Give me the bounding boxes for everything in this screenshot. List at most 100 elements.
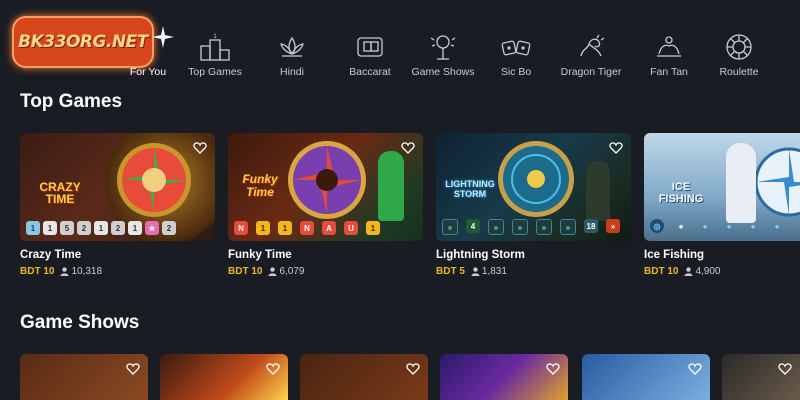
result-pill: 1 xyxy=(256,221,270,235)
game-show-card[interactable] xyxy=(722,354,800,400)
wheel-illustration xyxy=(754,147,800,217)
result-pill: 2 xyxy=(111,221,125,235)
game-shows-heading: Game Shows xyxy=(20,312,140,333)
favorite-heart-icon[interactable] xyxy=(688,362,702,376)
nav-label: Hindi xyxy=(280,66,304,78)
top-navigation: BK33ORG.NET For You 1 Top Games Hindi Ba… xyxy=(0,0,800,84)
game-name[interactable]: Crazy Time xyxy=(20,249,81,261)
game-meta: BDT 10 4,900 xyxy=(644,266,720,277)
result-pill: 4 xyxy=(466,219,480,233)
game-show-card[interactable] xyxy=(20,354,148,400)
player-count: 6,079 xyxy=(268,266,304,277)
game-meta: BDT 5 1,831 xyxy=(436,266,507,277)
result-pill: 1 xyxy=(278,221,292,235)
game-meta: BDT 10 10,318 xyxy=(20,266,102,277)
result-pill: N xyxy=(234,221,248,235)
result-pill: 5 xyxy=(60,221,74,235)
player-count: 4,900 xyxy=(684,266,720,277)
nav-item-game-shows[interactable]: Game Shows xyxy=(408,26,478,78)
user-icon xyxy=(471,267,480,276)
game-show-card[interactable] xyxy=(582,354,710,400)
result-pill: 2 xyxy=(77,221,91,235)
result-pill: 1 xyxy=(94,221,108,235)
favorite-heart-icon[interactable] xyxy=(193,141,207,155)
min-bet: BDT 10 xyxy=(644,266,679,277)
player-count: 1,831 xyxy=(471,266,507,277)
top-games-heading: Top Games xyxy=(20,91,123,112)
player-count-value: 10,318 xyxy=(71,266,103,277)
nav-item-hindi[interactable]: Hindi xyxy=(256,26,328,78)
min-bet: BDT 5 xyxy=(436,266,465,277)
lotus-icon xyxy=(280,36,304,57)
user-icon xyxy=(268,267,277,276)
player-count-value: 4,900 xyxy=(695,266,721,277)
nav-item-for-you[interactable]: For You xyxy=(124,26,172,78)
game-show-card[interactable] xyxy=(160,354,288,400)
player-count-value: 6,079 xyxy=(279,266,305,277)
result-pill: » xyxy=(512,219,528,235)
card-art-title: LIGHTNING STORM xyxy=(445,179,495,199)
nav-item-roulette[interactable]: Roulette xyxy=(706,26,772,78)
nav-label: Roulette xyxy=(719,66,759,78)
game-card-lightning-storm[interactable]: LIGHTNING STORM » 4 » » » » 18 » xyxy=(436,133,631,241)
nav-item-top-games[interactable]: 1 Top Games xyxy=(178,26,252,78)
recent-results: ◎ ● ● ● ● ● xyxy=(650,219,784,233)
nav-item-baccarat[interactable]: Baccarat xyxy=(332,26,408,78)
result-pill: » xyxy=(560,219,576,235)
result-pill: » xyxy=(606,219,620,233)
result-pill: 1 xyxy=(366,221,380,235)
wheel-illustration xyxy=(117,143,191,217)
favorite-heart-icon[interactable] xyxy=(406,362,420,376)
game-show-card[interactable] xyxy=(300,354,428,400)
favorite-heart-icon[interactable] xyxy=(778,362,792,376)
result-pill: » xyxy=(442,219,458,235)
game-name[interactable]: Lightning Storm xyxy=(436,249,525,261)
favorite-heart-icon[interactable] xyxy=(546,362,560,376)
result-pill: N xyxy=(300,221,314,235)
favorite-heart-icon[interactable] xyxy=(126,362,140,376)
result-pill: ● xyxy=(750,221,756,231)
game-card-ice-fishing[interactable]: ICE FISHING ◎ ● ● ● ● ● xyxy=(644,133,800,241)
nav-label: Top Games xyxy=(188,66,242,78)
nav-item-sic-bo[interactable]: Sic Bo xyxy=(482,26,550,78)
nav-item-dragon-tiger[interactable]: Dragon Tiger xyxy=(550,26,632,78)
game-meta: BDT 10 6,079 xyxy=(228,266,304,277)
nav-label: Baccarat xyxy=(349,66,391,78)
wheel-illustration xyxy=(288,141,366,219)
roulette-icon xyxy=(726,34,752,60)
dragon-icon xyxy=(580,34,605,57)
recent-results: 1 1 5 2 1 2 1 ★ 2 xyxy=(26,221,176,235)
game-card-crazy-time[interactable]: CRAZY TIME 1 1 5 2 1 2 1 ★ 2 xyxy=(20,133,215,241)
result-pill: ★ xyxy=(145,221,159,235)
result-pill: » xyxy=(488,219,504,235)
dice-icon xyxy=(501,40,531,56)
nav-label: Sic Bo xyxy=(500,66,532,78)
result-pill: A xyxy=(322,221,336,235)
result-pill: 1 xyxy=(128,221,142,235)
result-pill: U xyxy=(344,221,358,235)
player-count: 10,318 xyxy=(60,266,102,277)
svg-text:1: 1 xyxy=(213,34,217,40)
nav-label: Dragon Tiger xyxy=(560,66,622,78)
result-pill: 1 xyxy=(43,221,57,235)
min-bet: BDT 10 xyxy=(20,266,55,277)
game-show-card[interactable] xyxy=(440,354,568,400)
game-name[interactable]: Ice Fishing xyxy=(644,249,704,261)
result-pill: ● xyxy=(678,221,684,231)
favorite-heart-icon[interactable] xyxy=(401,141,415,155)
user-icon xyxy=(60,267,69,276)
recent-results: N 1 1 N A U 1 xyxy=(234,221,380,235)
game-card-funky-time[interactable]: Funky Time N 1 1 N A U 1 xyxy=(228,133,423,241)
dealer-figure xyxy=(586,161,610,221)
user-icon xyxy=(684,267,693,276)
hands-icon xyxy=(657,36,681,57)
podium-icon: 1 xyxy=(200,34,230,61)
result-pill: ● xyxy=(702,221,708,231)
nav-item-fan-tan[interactable]: Fan Tan xyxy=(636,26,702,78)
result-pill: ● xyxy=(726,221,732,231)
game-name[interactable]: Funky Time xyxy=(228,249,292,261)
favorite-heart-icon[interactable] xyxy=(609,141,623,155)
favorite-heart-icon[interactable] xyxy=(266,362,280,376)
dealer-figure xyxy=(378,151,404,221)
cards-icon xyxy=(357,37,383,57)
